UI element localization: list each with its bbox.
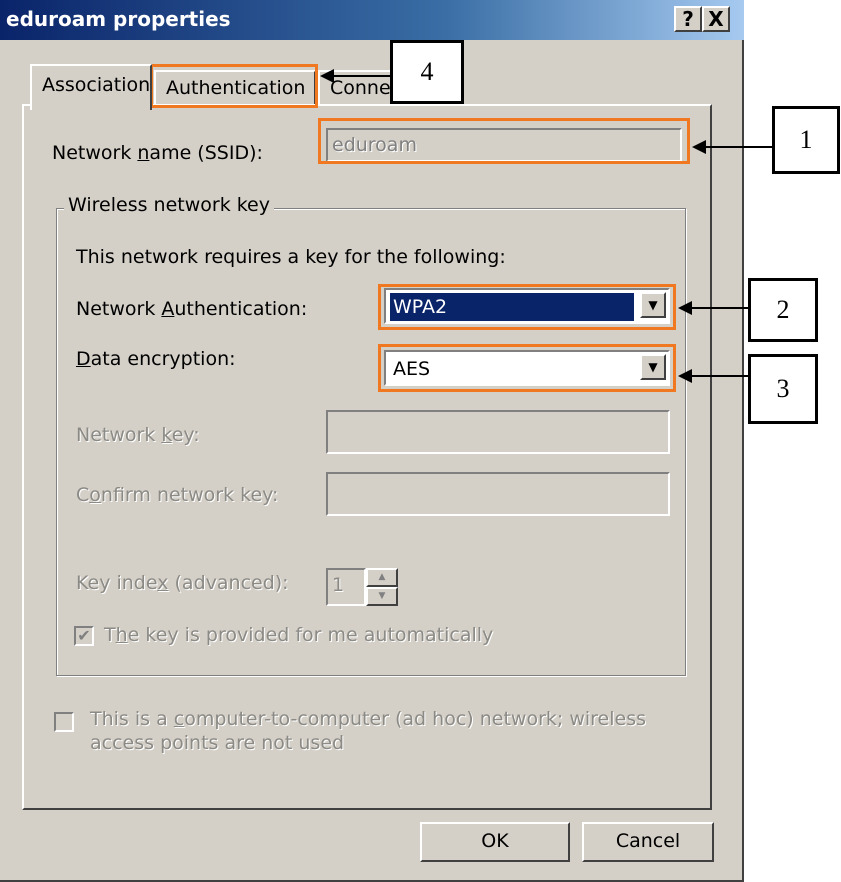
network-key-field[interactable]: [326, 410, 670, 454]
confirm-key-label: Confirm network key:: [76, 484, 279, 506]
wireless-key-group-title: Wireless network key: [64, 194, 274, 216]
data-encryption-label: Data encryption:: [76, 348, 236, 370]
highlight-ssid: [318, 118, 690, 164]
window-title: eduroam properties: [6, 7, 231, 31]
tab-connection-label: Conne: [330, 77, 391, 99]
callout-1: 1: [772, 106, 840, 174]
network-key-label: Network key:: [76, 424, 200, 446]
spin-down-icon[interactable]: ▼: [366, 587, 398, 606]
arrow-3-head-icon: [678, 369, 692, 383]
close-button[interactable]: X: [702, 6, 730, 32]
key-index-label: Key index (advanced):: [76, 572, 289, 594]
callout-4: 4: [390, 40, 464, 104]
ssid-label: Network name (SSID):: [52, 142, 263, 164]
arrow-1-line: [706, 146, 772, 148]
key-index-spinner[interactable]: ▲ ▼: [366, 568, 398, 606]
confirm-key-field[interactable]: [326, 472, 670, 516]
arrow-4-line: [332, 75, 390, 77]
highlight-network-auth: [378, 284, 676, 330]
adhoc-label-line1: This is a computer-to-computer (ad hoc) …: [90, 708, 646, 730]
help-button[interactable]: ?: [674, 6, 702, 32]
arrow-4-head-icon: [320, 69, 334, 83]
highlight-authentication-tab: [150, 64, 318, 108]
adhoc-checkbox[interactable]: [54, 712, 74, 732]
arrow-1-head-icon: [692, 140, 706, 154]
tab-association-label: Association: [42, 74, 151, 96]
spin-up-icon[interactable]: ▲: [366, 568, 398, 587]
tab-association[interactable]: Association: [30, 64, 152, 110]
key-index-field[interactable]: 1: [326, 568, 366, 606]
title-bar[interactable]: eduroam properties ? X: [0, 0, 744, 40]
auto-key-label: The key is provided for me automatically: [104, 624, 494, 646]
arrow-2-head-icon: [678, 301, 692, 315]
auto-key-checkbox[interactable]: ✔: [74, 626, 94, 646]
arrow-3-line: [692, 375, 748, 377]
adhoc-label-line2: access points are not used: [90, 732, 345, 754]
highlight-data-encryption: [378, 344, 676, 392]
requires-key-text: This network requires a key for the foll…: [76, 246, 506, 268]
arrow-2-line: [692, 307, 748, 309]
cancel-button[interactable]: Cancel: [582, 822, 714, 862]
callout-2: 2: [748, 278, 818, 342]
ok-button[interactable]: OK: [420, 822, 570, 862]
network-auth-label: Network Authentication:: [76, 298, 308, 320]
callout-3: 3: [748, 354, 818, 424]
